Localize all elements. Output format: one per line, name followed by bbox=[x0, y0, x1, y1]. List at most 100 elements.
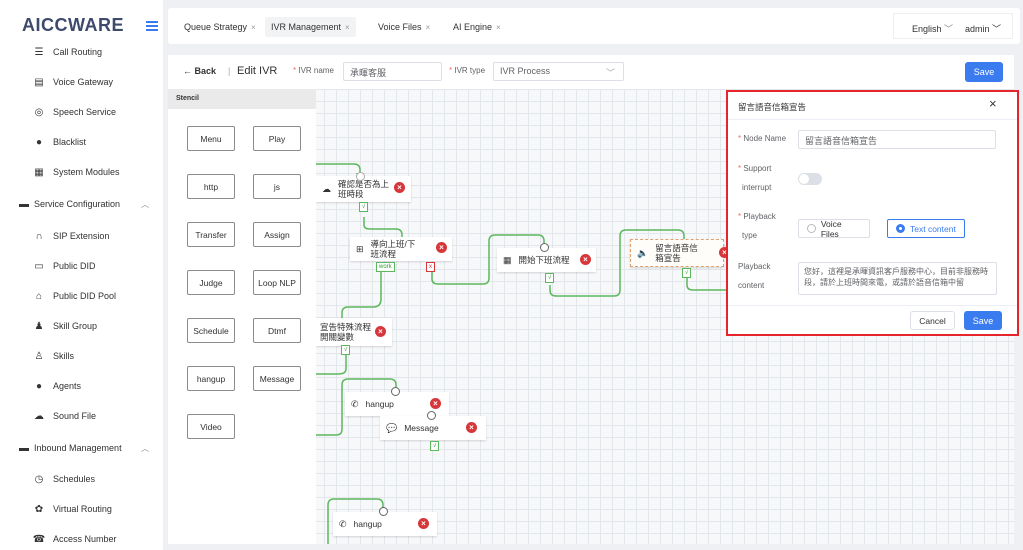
stencil-item-hangup[interactable]: hangup bbox=[187, 366, 235, 391]
headset-icon: ∩ bbox=[35, 230, 43, 242]
node-label: 確認是否為上班時段 bbox=[338, 179, 390, 199]
tab-queue-strategy[interactable]: Queue Strategy × bbox=[178, 17, 262, 37]
stencil-item-message[interactable]: Message bbox=[253, 366, 301, 391]
tag-check: √ bbox=[430, 441, 440, 451]
sidebar-item-service-configuration[interactable]: ▬ Service Configuration ︿ bbox=[0, 193, 163, 215]
tab-ivr-management[interactable]: IVR Management × bbox=[265, 17, 356, 37]
ivr-type-select[interactable]: IVR Process ﹀ bbox=[493, 62, 624, 81]
content-label: Playback bbox=[738, 262, 771, 271]
node-name-input[interactable]: 留言語音信箱宣告 bbox=[798, 130, 996, 149]
user-menu[interactable]: admin ﹀ bbox=[965, 22, 1001, 35]
sidebar-item-voice-gateway[interactable]: ▤ Voice Gateway bbox=[0, 71, 163, 93]
sidebar-item-speech-service[interactable]: ◎ Speech Service bbox=[0, 101, 163, 123]
edge bbox=[686, 274, 728, 291]
playback-content-textarea[interactable]: 您好，這裡是承暉資訊客戶服務中心，目前非服務時段，請於上班時間來電，或請於語音信… bbox=[798, 262, 997, 295]
node-port[interactable] bbox=[540, 243, 549, 252]
cloud-icon: ☁ bbox=[322, 184, 331, 194]
panel-save-button[interactable]: Save bbox=[964, 311, 1002, 330]
node-port[interactable] bbox=[391, 387, 400, 396]
card-icon: ▬ bbox=[19, 198, 29, 210]
close-icon[interactable]: × bbox=[426, 23, 431, 32]
sidebar-item-blacklist[interactable]: ● Blacklist bbox=[0, 131, 163, 153]
close-icon[interactable]: × bbox=[251, 23, 256, 32]
stencil-item-video[interactable]: Video bbox=[187, 414, 235, 439]
delete-node-icon[interactable]: × bbox=[430, 398, 441, 409]
grid-icon: ▦ bbox=[503, 255, 512, 265]
sidebar-item-label: Public DID Pool bbox=[53, 291, 117, 301]
delete-node-icon[interactable]: × bbox=[375, 326, 386, 337]
node-port[interactable] bbox=[379, 507, 388, 516]
user-icon: ● bbox=[35, 136, 43, 148]
close-icon[interactable]: × bbox=[496, 23, 501, 32]
close-icon[interactable]: × bbox=[345, 23, 350, 32]
stencil-item-judge[interactable]: Judge bbox=[187, 270, 235, 295]
close-icon[interactable]: × bbox=[989, 96, 997, 111]
ivr-name-input[interactable]: 承暉客服 bbox=[343, 62, 442, 81]
node-port[interactable] bbox=[356, 172, 365, 181]
tag-x: x bbox=[426, 262, 435, 272]
sidebar-item-skill-group[interactable]: ♟ Skill Group bbox=[0, 315, 163, 337]
stencil-item-http[interactable]: http bbox=[187, 174, 235, 199]
stencil-title: Stencil bbox=[168, 89, 316, 109]
delete-node-icon[interactable]: × bbox=[418, 518, 429, 529]
gear-icon: ✿ bbox=[34, 503, 44, 515]
sidebar-item-label: Skills bbox=[53, 351, 75, 361]
sidebar-item-label: Agents bbox=[53, 381, 82, 391]
phone-icon: ☎ bbox=[32, 533, 46, 545]
menu-collapse-icon[interactable] bbox=[146, 21, 158, 31]
type-label: type bbox=[742, 231, 758, 240]
stencil-item-schedule[interactable]: Schedule bbox=[187, 318, 235, 343]
stencil-item-loop-nlp[interactable]: Loop NLP bbox=[253, 270, 301, 295]
radio-voice-files[interactable]: Voice Files bbox=[798, 218, 870, 239]
sidebar-item-label: Skill Group bbox=[53, 321, 98, 331]
sidebar-item-skills[interactable]: ♙ Skills bbox=[0, 345, 163, 367]
delete-node-icon[interactable]: × bbox=[466, 422, 477, 433]
sidebar-item-schedules[interactable]: ◷ Schedules bbox=[0, 468, 163, 490]
divider bbox=[728, 119, 1017, 120]
sidebar-item-sound-file[interactable]: ☁ Sound File bbox=[0, 405, 163, 427]
sidebar: AICCWARE ☰ Call Routing ▤ Voice Gateway ◎ Spe… bbox=[0, 0, 163, 550]
support-interrupt-toggle[interactable] bbox=[798, 173, 822, 185]
language-select[interactable]: English ﹀ bbox=[912, 22, 953, 35]
delete-node-icon[interactable]: × bbox=[580, 254, 591, 265]
sidebar-item-sip-extension[interactable]: ∩ SIP Extension bbox=[0, 225, 163, 247]
table-icon: ⊞ bbox=[356, 244, 364, 254]
stencil-item-dtmf[interactable]: Dtmf bbox=[253, 318, 301, 343]
chevron-down-icon: ﹀ bbox=[989, 24, 1002, 34]
stencil-item-transfer[interactable]: Transfer bbox=[187, 222, 235, 247]
radio-icon bbox=[896, 224, 905, 233]
sidebar-item-call-routing[interactable]: ☰ Call Routing bbox=[0, 41, 163, 63]
sidebar-item-label: Public DID bbox=[53, 261, 96, 271]
stencil-item-menu[interactable]: Menu bbox=[187, 126, 235, 151]
home-icon: ⌂ bbox=[35, 290, 43, 302]
back-button[interactable]: ← Back bbox=[183, 66, 216, 76]
cancel-button[interactable]: Cancel bbox=[910, 311, 955, 330]
sidebar-item-access-number[interactable]: ☎ Access Number bbox=[0, 528, 163, 550]
radio-label: Voice Files bbox=[820, 218, 842, 239]
sidebar-item-system-modules[interactable]: ▦ System Modules bbox=[0, 161, 163, 183]
tab-voice-files[interactable]: Voice Files × bbox=[372, 17, 436, 37]
stencil-item-js[interactable]: js bbox=[253, 174, 301, 199]
flow-node-voicemail-announce[interactable]: 🔈 留言語音信箱宣告 bbox=[630, 239, 724, 267]
node-label: 留言語音信箱宣告 bbox=[655, 243, 698, 263]
radio-text-content[interactable]: Text content bbox=[887, 219, 965, 238]
edge bbox=[341, 269, 382, 321]
person-icon: ♙ bbox=[34, 350, 44, 362]
sidebar-item-agents[interactable]: ● Agents bbox=[0, 375, 163, 397]
save-button[interactable]: Save bbox=[965, 62, 1003, 82]
sidebar-item-inbound-management[interactable]: ▬ Inbound Management ︿ bbox=[0, 437, 163, 459]
delete-node-icon[interactable]: × bbox=[436, 242, 447, 253]
tab-ai-engine[interactable]: AI Engine × bbox=[447, 17, 507, 37]
node-port[interactable] bbox=[427, 411, 436, 420]
back-label: Back bbox=[194, 66, 217, 76]
edge bbox=[363, 217, 403, 239]
sidebar-item-public-did-pool[interactable]: ⌂ Public DID Pool bbox=[0, 285, 163, 307]
stencil-item-play[interactable]: Play bbox=[253, 126, 301, 151]
sidebar-item-public-did[interactable]: ▭ Public DID bbox=[0, 255, 163, 277]
tag-check: √ bbox=[341, 345, 351, 355]
panel-title: 留言語音信箱宣告 bbox=[738, 102, 807, 112]
delete-node-icon[interactable]: × bbox=[394, 182, 405, 193]
sidebar-item-virtual-routing[interactable]: ✿ Virtual Routing bbox=[0, 498, 163, 520]
chevron-down-icon: ﹀ bbox=[944, 24, 954, 34]
stencil-item-assign[interactable]: Assign bbox=[253, 222, 301, 247]
